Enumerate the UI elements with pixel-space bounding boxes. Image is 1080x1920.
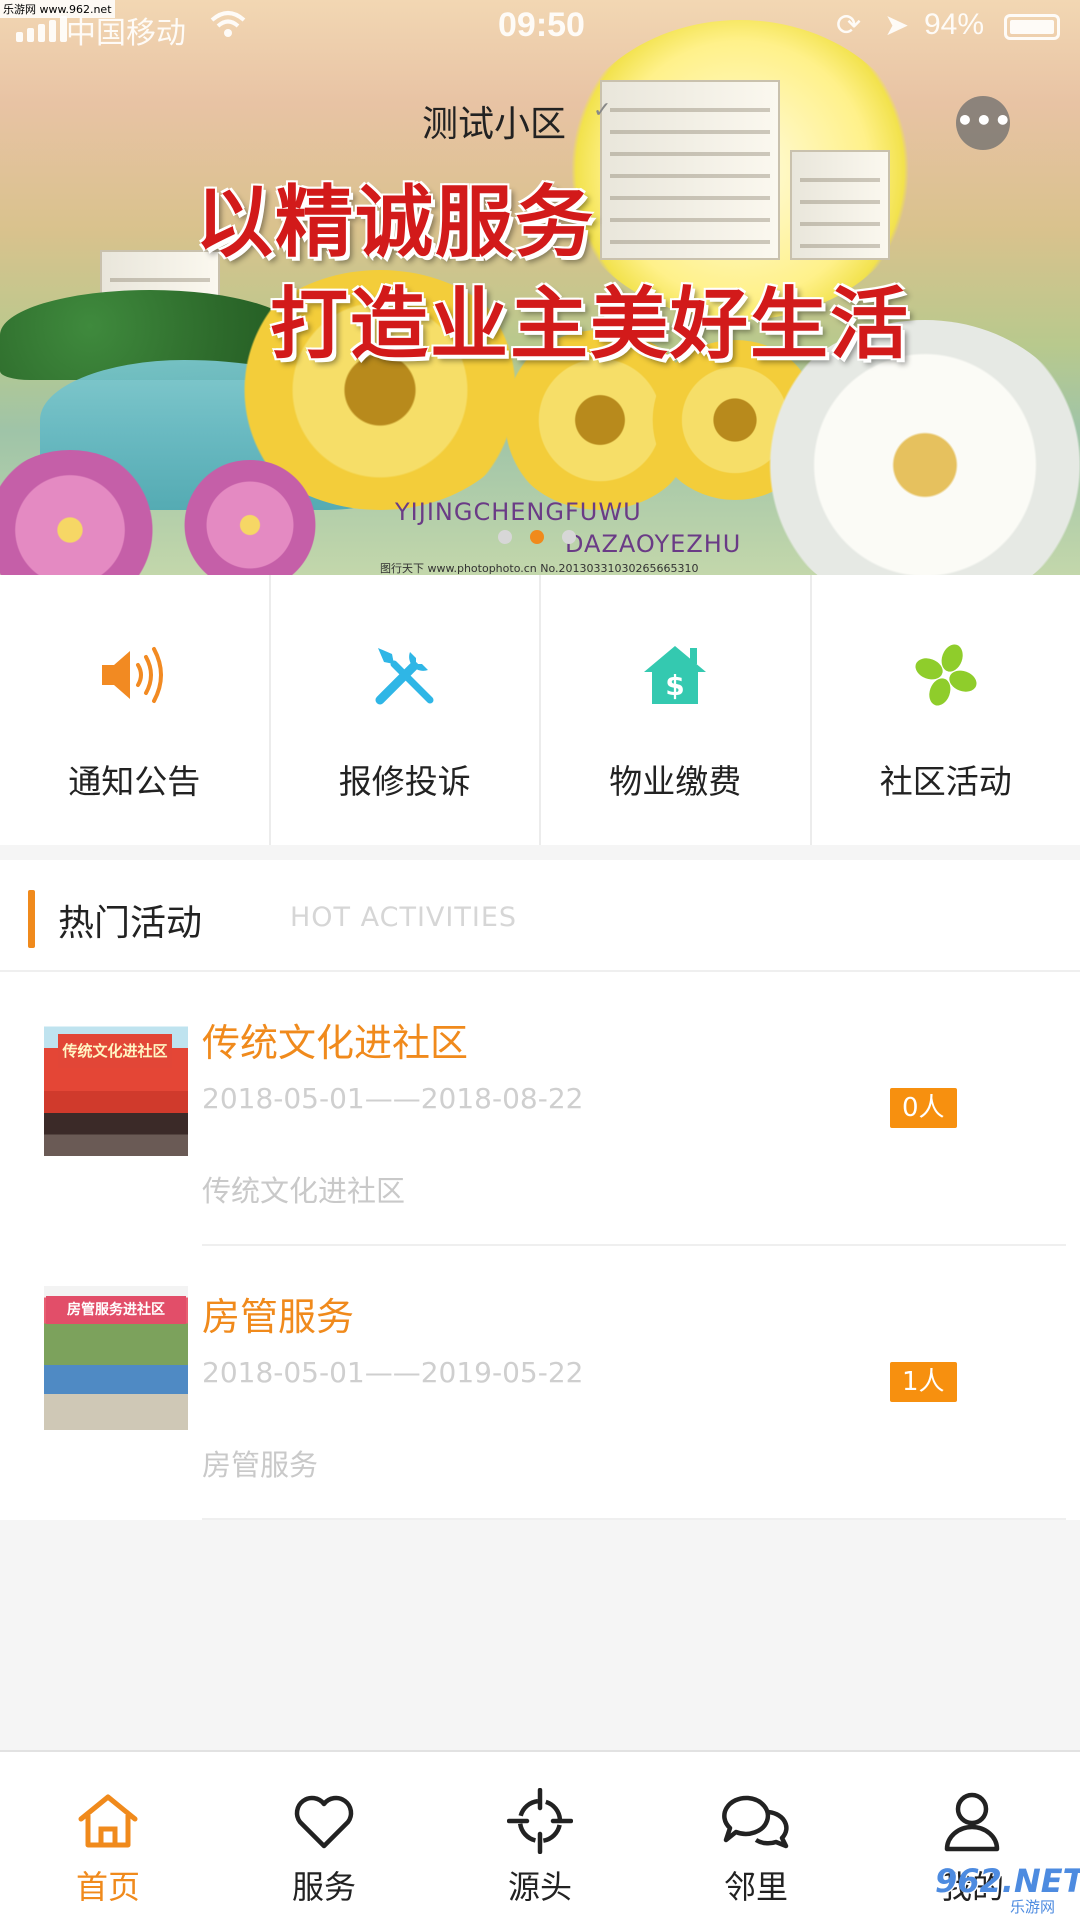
participants-badge: 1人 xyxy=(890,1362,957,1402)
activity-description: 房管服务 xyxy=(202,1448,319,1482)
thumbnail-caption: 传统文化进社区 xyxy=(58,1034,172,1068)
thumbnail-caption: 房管服务进社区 xyxy=(46,1296,186,1324)
tab-service[interactable]: 服务 xyxy=(216,1752,432,1920)
crosshair-icon xyxy=(505,1786,575,1856)
activity-date-range: 2018-05-01——2018-08-22 xyxy=(202,1082,584,1115)
battery-icon xyxy=(1004,14,1060,40)
wifi-icon xyxy=(210,10,246,48)
svg-text:$: $ xyxy=(666,669,685,702)
quick-menu: 通知公告 报修投诉 $ 物业缴费 社区活动 xyxy=(0,575,1080,845)
carousel-dot-active[interactable] xyxy=(530,530,544,544)
participants-badge: 0人 xyxy=(890,1088,957,1128)
repair-tools-icon xyxy=(365,635,445,715)
quick-item-repair[interactable]: 报修投诉 xyxy=(271,575,541,845)
bottom-tab-bar: 首页 服务 源头 邻里 我的 xyxy=(0,1750,1080,1920)
tab-label: 源头 xyxy=(507,1868,572,1906)
chat-bubbles-icon xyxy=(721,1786,791,1856)
quick-label: 报修投诉 xyxy=(338,762,471,801)
banner-building-side xyxy=(790,150,890,260)
carousel-dot[interactable] xyxy=(562,530,576,544)
tab-label: 首页 xyxy=(75,1868,140,1906)
checkmark-icon: ✓ xyxy=(593,98,612,123)
divider xyxy=(202,1518,1066,1520)
section-header: 热门活动 HOT ACTIVITIES xyxy=(0,860,1080,972)
quick-label: 社区活动 xyxy=(879,762,1012,801)
quick-item-notice[interactable]: 通知公告 xyxy=(0,575,271,845)
battery-percent: 94% xyxy=(924,8,985,41)
heart-icon xyxy=(289,1786,359,1856)
section-accent-bar xyxy=(28,890,35,948)
status-bar: 中国移动 09:50 ⟳ ➤ 94% xyxy=(0,0,1080,56)
location-arrow-icon: ➤ xyxy=(884,9,910,42)
activity-thumbnail: 房管服务进社区 xyxy=(44,1286,188,1430)
activity-item[interactable]: 传统文化进社区 传统文化进社区 2018-05-01——2018-08-22 0… xyxy=(0,972,1080,1246)
corner-watermark-sub: 乐游网 xyxy=(1010,1898,1056,1916)
status-time: 09:50 xyxy=(498,6,585,44)
quick-item-activities[interactable]: 社区活动 xyxy=(812,575,1080,845)
section-subtitle: HOT ACTIVITIES xyxy=(290,902,518,933)
activity-title: 房管服务 xyxy=(202,1295,355,1339)
user-icon xyxy=(937,1786,1007,1856)
site-watermark-tag: 乐游网 www.962.net xyxy=(0,0,115,18)
activity-date-range: 2018-05-01——2019-05-22 xyxy=(202,1356,584,1389)
pinwheel-icon xyxy=(906,635,986,715)
home-icon xyxy=(73,1786,143,1856)
rotation-lock-icon: ⟳ xyxy=(836,9,862,42)
tab-home[interactable]: 首页 xyxy=(0,1752,216,1920)
activity-item[interactable]: 房管服务进社区 房管服务 2018-05-01——2019-05-22 1人 房… xyxy=(0,1246,1080,1520)
activity-thumbnail: 传统文化进社区 xyxy=(44,1012,188,1156)
quick-label: 物业缴费 xyxy=(609,762,742,801)
speaker-icon xyxy=(94,635,174,715)
quick-label: 通知公告 xyxy=(68,762,201,801)
tab-neighbors[interactable]: 邻里 xyxy=(648,1752,864,1920)
banner-pinyin-line2: DAZAOYEZHU xyxy=(565,530,742,558)
carousel-indicators xyxy=(498,530,576,544)
tab-label: 服务 xyxy=(291,1868,356,1906)
banner-carousel[interactable]: 以精诚服务 打造业主美好生活 YIJINGCHENGFUWU DAZAOYEZH… xyxy=(0,0,1080,575)
banner-pinyin-line1: YIJINGCHENGFUWU xyxy=(395,498,642,526)
more-options-button[interactable]: ••• xyxy=(956,96,1012,150)
activity-description: 传统文化进社区 xyxy=(202,1174,406,1208)
corner-watermark-logo: 962.NET xyxy=(935,1862,1080,1900)
banner-building-main xyxy=(600,80,780,260)
activity-title: 传统文化进社区 xyxy=(202,1021,469,1065)
house-dollar-icon: $ xyxy=(635,635,715,715)
banner-image-credit: 图行天下 www.photophoto.cn No.20130331030265… xyxy=(380,562,699,575)
community-selector[interactable]: 测试小区 xyxy=(422,95,566,147)
tab-source[interactable]: 源头 xyxy=(432,1752,648,1920)
hot-activities-section: 热门活动 HOT ACTIVITIES 传统文化进社区 传统文化进社区 2018… xyxy=(0,860,1080,1520)
tab-label: 邻里 xyxy=(723,1868,788,1906)
quick-item-payment[interactable]: $ 物业缴费 xyxy=(541,575,812,845)
banner-slogan-line1: 以精诚服务 xyxy=(195,177,596,268)
carousel-dot[interactable] xyxy=(498,530,512,544)
section-title: 热门活动 xyxy=(58,903,203,944)
signal-icon xyxy=(16,16,67,42)
banner-slogan-line2: 打造业主美好生活 xyxy=(270,279,911,370)
